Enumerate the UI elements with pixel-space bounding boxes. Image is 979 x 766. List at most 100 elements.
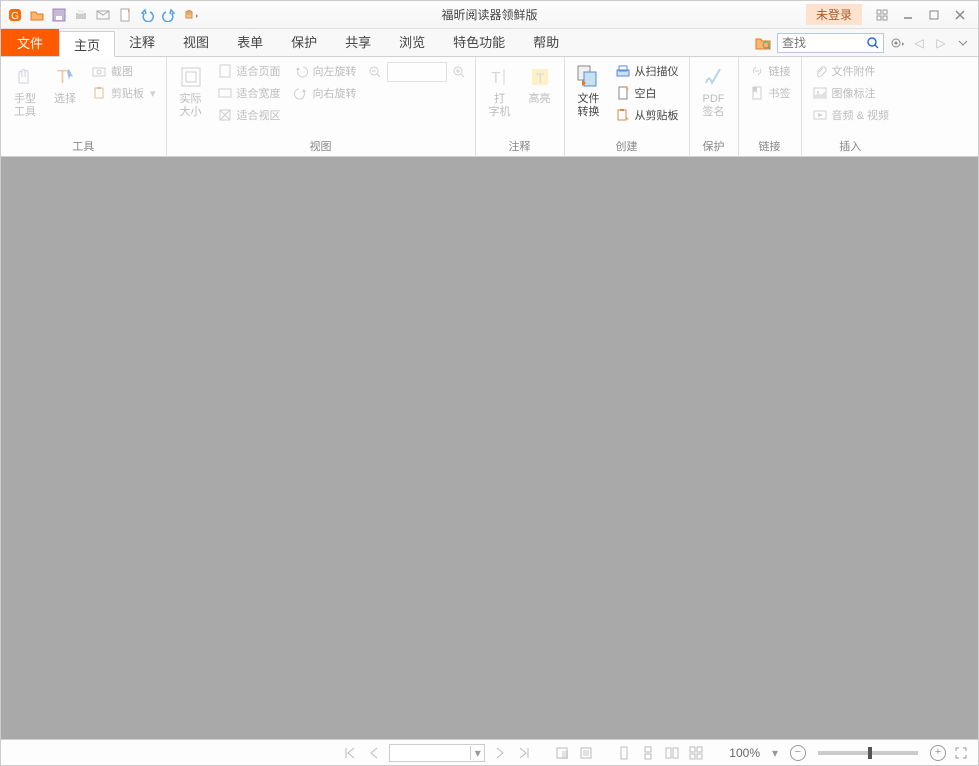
group-create: 文件转换 从扫描仪 空白 从剪贴板 创建 [565,57,690,156]
zoom-out-button[interactable] [365,62,385,82]
new-doc-icon[interactable] [115,5,135,25]
search-folder-icon[interactable] [753,33,773,53]
single-page-icon[interactable] [615,744,633,762]
maximize-icon[interactable] [922,5,946,25]
hand-tool-button[interactable]: 手型工具 [7,61,43,136]
scanner-icon [615,64,631,78]
window-controls: 未登录 [806,4,978,25]
fullscreen-icon[interactable] [952,744,970,762]
clipboard-button[interactable]: 剪贴板▾ [87,83,160,103]
group-insert: 文件附件 图像标注 音频 & 视频 插入 [802,57,899,156]
zoom-dropdown-icon[interactable]: ▾ [766,744,784,762]
email-icon[interactable] [93,5,113,25]
nav-next-icon[interactable]: ▷ [932,34,950,52]
search-button-icon[interactable] [863,34,883,52]
attachment-button[interactable]: 文件附件 [808,61,893,81]
rotate-left-button[interactable]: 向左旋转 [289,61,361,81]
file-convert-button[interactable]: 文件转换 [571,61,607,136]
page-number-box: ▾ [389,744,485,762]
hand-dropdown-icon[interactable] [181,5,201,25]
highlight-icon: T [528,63,552,91]
search-box [777,33,884,53]
zoom-in-button[interactable] [449,62,469,82]
tab-file[interactable]: 文件 [1,29,59,56]
ribbon: 手型工具 T 选择 截图 剪贴板▾ 工具 实际大小 适合页面 适合宽度 适合视区 [1,57,978,157]
quick-access-toolbar: G [1,5,201,25]
actual-size-icon [179,63,203,91]
select-tool-button[interactable]: T 选择 [47,61,83,136]
page-number-input[interactable] [390,745,470,761]
continuous-icon[interactable] [639,744,657,762]
link-button[interactable]: 链接 [745,61,795,81]
zoom-level-input[interactable] [387,62,447,82]
view-mode1-icon[interactable] [553,744,571,762]
redo-icon[interactable] [159,5,179,25]
close-icon[interactable] [948,5,972,25]
highlight-button[interactable]: T 高亮 [522,61,558,136]
group-protect: PDF签名 保护 [690,57,739,156]
next-page-icon[interactable] [491,744,509,762]
rotate-right-icon [293,86,309,100]
audio-video-button[interactable]: 音频 & 视频 [808,105,893,125]
image-annot-button[interactable]: 图像标注 [808,83,893,103]
search-input[interactable] [778,36,863,50]
app-logo-icon[interactable]: G [5,5,25,25]
snapshot-button[interactable]: 截图 [87,61,160,81]
save-icon[interactable] [49,5,69,25]
actual-size-button[interactable]: 实际大小 [173,61,209,136]
svg-text:T: T [57,67,68,87]
bookmark-icon [749,86,765,100]
blank-page-button[interactable]: 空白 [611,83,683,103]
tab-browse[interactable]: 浏览 [385,29,439,56]
last-page-icon[interactable] [515,744,533,762]
tab-comment[interactable]: 注释 [115,29,169,56]
prev-page-icon[interactable] [365,744,383,762]
tab-features[interactable]: 特色功能 [439,29,519,56]
tab-protect[interactable]: 保护 [277,29,331,56]
tab-form[interactable]: 表单 [223,29,277,56]
clipboard-icon [91,86,107,100]
fit-width-button[interactable]: 适合宽度 [213,83,285,103]
tab-help[interactable]: 帮助 [519,29,573,56]
expand-icon[interactable] [870,5,894,25]
image-icon [812,86,828,100]
from-clipboard-button[interactable]: 从剪贴板 [611,105,683,125]
minimize-icon[interactable] [896,5,920,25]
fit-page-icon [217,64,233,78]
gear-dropdown-icon[interactable] [888,34,906,52]
print-icon[interactable] [71,5,91,25]
fit-view-icon [217,108,233,122]
zoom-out-status-icon[interactable]: − [790,745,806,761]
zoom-in-status-icon[interactable]: + [930,745,946,761]
from-clipboard-icon [615,108,631,122]
undo-icon[interactable] [137,5,157,25]
fit-page-button[interactable]: 适合页面 [213,61,285,81]
page-dropdown-icon[interactable]: ▾ [470,746,484,760]
login-button[interactable]: 未登录 [806,4,862,25]
document-viewport[interactable] [1,157,978,739]
fit-view-button[interactable]: 适合视区 [213,105,285,125]
bookmark-button[interactable]: 书签 [745,83,795,103]
typewriter-button[interactable]: T 打字机 [482,61,518,136]
group-links: 链接 书签 链接 [739,57,802,156]
pdf-sign-button[interactable]: PDF签名 [696,61,732,136]
open-icon[interactable] [27,5,47,25]
from-scanner-button[interactable]: 从扫描仪 [611,61,683,81]
tab-home[interactable]: 主页 [59,31,115,57]
svg-text:T: T [491,70,501,87]
zoom-slider-thumb[interactable] [868,747,872,759]
collapse-ribbon-icon[interactable] [954,34,972,52]
view-mode2-icon[interactable] [577,744,595,762]
zoom-percent: 100% [729,746,760,760]
two-page-icon[interactable] [663,744,681,762]
tab-view[interactable]: 视图 [169,29,223,56]
attachment-icon [812,64,828,78]
first-page-icon[interactable] [341,744,359,762]
svg-text:G: G [11,11,19,22]
zoom-slider[interactable] [818,751,918,755]
two-continuous-icon[interactable] [687,744,705,762]
rotate-right-button[interactable]: 向右旋转 [289,83,361,103]
tab-share[interactable]: 共享 [331,29,385,56]
svg-text:T: T [536,70,545,86]
nav-prev-icon[interactable]: ◁ [910,34,928,52]
